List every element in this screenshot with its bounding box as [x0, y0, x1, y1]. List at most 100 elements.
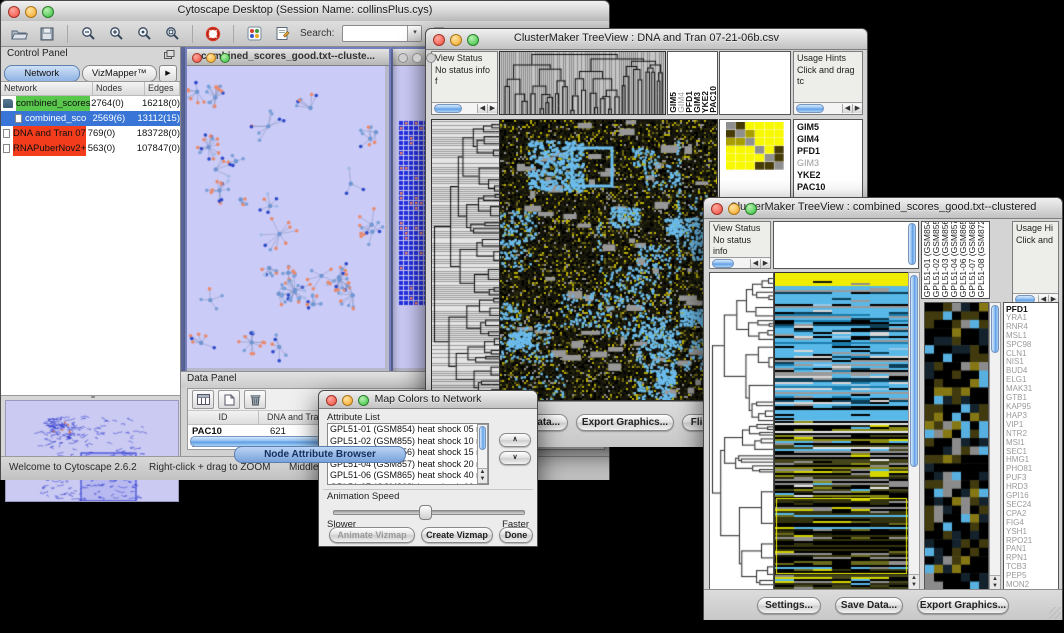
- scroll-arrows[interactable]: ▲▼: [990, 575, 1000, 590]
- search-input[interactable]: ▾: [342, 25, 422, 42]
- scroll-left-icon[interactable]: ◀: [750, 259, 760, 268]
- column-gene-label[interactable]: PAC10: [709, 86, 717, 113]
- column-header[interactable]: Network: [1, 82, 93, 95]
- cytoscape-titlebar[interactable]: Cytoscape Desktop (Session Name: collins…: [1, 1, 609, 22]
- animate-vizmap-button[interactable]: Animate Vizmap: [329, 527, 415, 543]
- select-attributes-icon[interactable]: [192, 390, 214, 409]
- resize-grip[interactable]: [1049, 607, 1061, 619]
- tv2-heatmap-scrollbar[interactable]: ▲▼: [908, 272, 920, 590]
- tv2-status-scrollbar[interactable]: ◀▶: [710, 257, 770, 268]
- zoom-fit-icon[interactable]: [162, 24, 182, 44]
- row-gene-label[interactable]: PAC10: [794, 181, 862, 193]
- row-gene-label[interactable]: PFD1: [794, 145, 862, 157]
- tv1-column-dendrogram[interactable]: [499, 51, 666, 115]
- attribute-item[interactable]: GPL51-07 (GSM868) heat shock 60 min: [328, 482, 477, 485]
- id-column-header[interactable]: ID: [188, 411, 259, 424]
- column-header[interactable]: Nodes: [93, 82, 145, 95]
- maximize-button[interactable]: [745, 203, 757, 215]
- tv2-heatmap[interactable]: [774, 272, 909, 590]
- zoom-out-icon[interactable]: [78, 24, 98, 44]
- maximize-button[interactable]: [426, 53, 436, 63]
- open-folder-icon[interactable]: [9, 24, 29, 44]
- control-panel: Control Panel Network VizMapper™ ▶ Netwo…: [1, 47, 181, 456]
- minimize-button[interactable]: [206, 53, 216, 63]
- minimize-button[interactable]: [728, 203, 740, 215]
- row-gene-label[interactable]: GIM5: [794, 121, 862, 133]
- attribute-item[interactable]: GPL51-06 (GSM865) heat shock 40 min: [328, 470, 477, 482]
- minimize-button[interactable]: [25, 6, 37, 18]
- save-data-button[interactable]: Save Data...: [835, 597, 903, 614]
- scroll-arrows[interactable]: ▲▼: [909, 574, 919, 589]
- network-canvas[interactable]: [187, 66, 385, 368]
- new-attribute-icon[interactable]: [218, 390, 240, 409]
- save-icon[interactable]: [37, 24, 57, 44]
- tv1-export-graphics-button[interactable]: Export Graphics...: [576, 414, 674, 431]
- move-up-button[interactable]: ∧: [499, 433, 531, 447]
- tv2-column-dendrogram-area[interactable]: [773, 221, 919, 269]
- attribute-list-scrollbar[interactable]: ▲▼: [477, 424, 488, 484]
- row-gene-label[interactable]: YKE2: [794, 169, 862, 181]
- tv1-status-scrollbar[interactable]: ◀▶: [432, 102, 497, 114]
- node-attribute-browser-tab[interactable]: Node Attribute Browser: [234, 446, 406, 463]
- close-button[interactable]: [326, 395, 337, 406]
- row-gene-label[interactable]: GIM4: [794, 133, 862, 145]
- treeview1-titlebar[interactable]: ClusterMaker TreeView : DNA and Tran 07-…: [426, 29, 867, 50]
- minimize-button[interactable]: [412, 53, 422, 63]
- network-list-row[interactable]: combined_scores 2764(0) 16218(0): [1, 96, 180, 111]
- tv2-coltree-scrollbar[interactable]: [907, 223, 917, 267]
- column-array-label[interactable]: GPL51-08 (GSM872): [977, 221, 986, 297]
- treeview2-titlebar[interactable]: ClusterMaker TreeView : combined_scores_…: [704, 198, 1062, 219]
- network-list-row[interactable]: combined_sco 2569(6) 13112(15): [1, 111, 180, 126]
- search-dropdown-icon[interactable]: ▾: [407, 26, 421, 41]
- settings-button[interactable]: Settings...: [757, 597, 821, 614]
- tab-network[interactable]: Network: [4, 65, 80, 82]
- tv2-row-dendrogram[interactable]: [709, 272, 774, 590]
- tv1-heatmap[interactable]: [499, 119, 718, 401]
- scroll-right-icon[interactable]: ▶: [760, 259, 770, 268]
- annotation-icon[interactable]: [272, 24, 292, 44]
- network-list-row[interactable]: RNAPuberNov2+ 563(0) 107847(0): [1, 141, 180, 156]
- vizmap-dots-icon[interactable]: [244, 24, 264, 44]
- scroll-left-icon[interactable]: ◀: [842, 104, 852, 113]
- dialog-titlebar[interactable]: Map Colors to Network: [319, 391, 537, 409]
- close-button[interactable]: [192, 53, 202, 63]
- float-panel-icon[interactable]: [164, 50, 175, 60]
- network-view-titlebar[interactable]: combined_scores_good.txt--cluste...: [187, 49, 389, 66]
- help-lifering-icon[interactable]: [203, 24, 223, 44]
- network-view-window[interactable]: combined_scores_good.txt--cluste...: [185, 47, 391, 371]
- maximize-button[interactable]: [467, 34, 479, 46]
- close-button[interactable]: [398, 53, 408, 63]
- scroll-right-icon[interactable]: ▶: [487, 104, 497, 113]
- maximize-button[interactable]: [220, 53, 230, 63]
- close-button[interactable]: [433, 34, 445, 46]
- speed-slider-thumb[interactable]: [419, 505, 432, 520]
- tv1-zoom-heatmap[interactable]: [726, 122, 784, 170]
- row-gene-label[interactable]: GIM3: [794, 157, 862, 169]
- maximize-button[interactable]: [42, 6, 54, 18]
- tv2-zoom-heatmap[interactable]: [924, 302, 989, 591]
- maximize-button[interactable]: [358, 395, 369, 406]
- close-button[interactable]: [711, 203, 723, 215]
- export-graphics-button[interactable]: Export Graphics...: [917, 597, 1009, 614]
- tv2-zoom-scrollbar[interactable]: ▲▼: [989, 302, 1001, 591]
- zoom-in-icon[interactable]: [106, 24, 126, 44]
- scroll-left-icon[interactable]: ◀: [477, 104, 487, 113]
- column-header[interactable]: Edges: [145, 82, 180, 95]
- scroll-right-icon[interactable]: ▶: [852, 104, 862, 113]
- close-button[interactable]: [8, 6, 20, 18]
- scroll-arrows[interactable]: ▲▼: [478, 468, 487, 483]
- minimize-button[interactable]: [450, 34, 462, 46]
- tab-vizmapper[interactable]: VizMapper™: [82, 65, 158, 82]
- done-button[interactable]: Done: [499, 527, 533, 543]
- birdseye-view[interactable]: [5, 400, 179, 502]
- attribute-item[interactable]: GPL51-01 (GSM854) heat shock 05 min: [328, 424, 477, 436]
- network-list-row[interactable]: DNA and Tran 07 769(0) 183728(0): [1, 126, 180, 141]
- tv1-row-dendrogram[interactable]: [431, 119, 500, 401]
- tab-overflow-icon[interactable]: ▶: [159, 65, 177, 82]
- zoom-selected-icon[interactable]: [134, 24, 154, 44]
- minimize-button[interactable]: [342, 395, 353, 406]
- tv1-hints-scrollbar[interactable]: ◀▶: [794, 102, 862, 114]
- move-down-button[interactable]: ∨: [499, 451, 531, 465]
- create-vizmap-button[interactable]: Create Vizmap: [421, 527, 493, 543]
- delete-attribute-icon[interactable]: [244, 390, 266, 409]
